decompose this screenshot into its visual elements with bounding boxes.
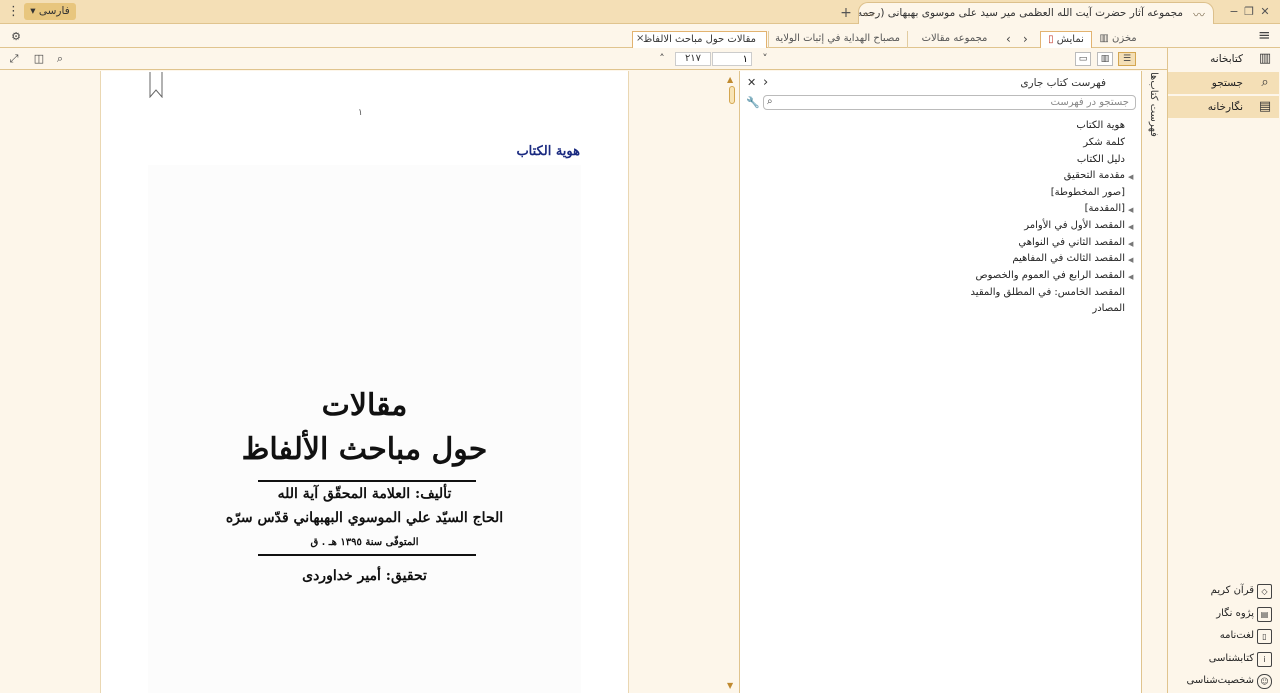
restore-button[interactable]: ❐ (1241, 4, 1257, 20)
tab-store[interactable]: مخزن ▥ (1096, 31, 1140, 48)
settings-icon[interactable]: ⚙ (9, 30, 23, 44)
toc-item[interactable]: هوية الكتاب (900, 120, 1125, 131)
toc-item[interactable]: المصادر (900, 303, 1125, 314)
single-page-view-icon[interactable]: ▭ (1075, 52, 1091, 66)
file-icon: ▯ (1048, 34, 1054, 45)
bookmark-icon[interactable] (149, 72, 163, 98)
tab-label: مصباح الهدایة في إثبات الولایة (775, 33, 900, 44)
nav-item-notes[interactable]: پژوه نگار (1168, 608, 1254, 619)
expand-arrow-icon[interactable]: ◀ (1128, 173, 1133, 181)
cover-editor: تحقيق: أمير خداوردى (302, 568, 427, 584)
book-view-icon[interactable]: ▥ (1097, 52, 1113, 66)
nav-item-bibliography[interactable]: کتابشناسی (1168, 653, 1254, 664)
toc-item[interactable]: المقصد الثالث في المفاهيم (900, 253, 1125, 264)
tab-maqalat[interactable]: مقالات حول مباحث الالفاظ (632, 31, 767, 48)
toc-item[interactable]: المقصد الأول في الأوامر (900, 220, 1125, 231)
page-down-icon[interactable]: ˅ (758, 52, 772, 66)
close-button[interactable]: ✕ (1257, 4, 1273, 20)
cover-author-line2: الحاج السيّد علي الموسوي البهبهاني قدّس … (225, 510, 504, 526)
expand-arrow-icon[interactable]: ◀ (1128, 223, 1133, 231)
toc-title: فهرست کتاب جاری (1020, 77, 1106, 89)
hamburger-menu-icon[interactable]: ≡ (1258, 28, 1272, 43)
toc-item[interactable]: المقصد الخامس: في المطلق والمقيد (900, 287, 1125, 298)
search-icon: ⌕ (1261, 75, 1269, 90)
cover-title-line1: مقالات (321, 388, 408, 423)
library-icon: ▥ (1258, 51, 1272, 66)
tab-wave-icon: 〰 (863, 8, 876, 22)
tab-wave-icon: 〰 (1192, 8, 1205, 22)
tab-misbah[interactable]: مصباح الهدایة في إثبات الولایة (768, 31, 906, 48)
page-number-input[interactable] (712, 52, 752, 66)
nav-item-dictionary[interactable]: لغت‌نامه (1168, 630, 1254, 641)
chevron-right-icon[interactable]: › (1023, 32, 1028, 46)
toc-item[interactable]: [صور المخطوطة] (900, 187, 1125, 198)
tab-store-label: مخزن (1111, 33, 1137, 44)
quran-icon: ◇ (1257, 584, 1272, 599)
scroll-down-icon[interactable]: ▼ (727, 681, 733, 690)
search-icon: ⌕ (767, 96, 773, 107)
dual-page-icon[interactable]: ◫ (32, 52, 46, 66)
person-icon: ☺ (1257, 674, 1272, 689)
tab-majmooe[interactable]: مجموعه مقالات (907, 31, 1001, 48)
tab-label: مقالات حول مباحث الالفاظ (642, 34, 757, 45)
page-number-label: ۱ (358, 108, 363, 118)
book-list-tab[interactable]: فهرست کتاب‌ها (1148, 72, 1159, 137)
more-menu-icon[interactable]: ⋮ (7, 3, 20, 20)
close-icon[interactable]: ✕ (747, 76, 756, 89)
cover-title-line2: حول مباحث الألفاظ (241, 432, 488, 467)
toc-item[interactable]: كلمة شكر (900, 137, 1125, 148)
bibliography-icon: i (1257, 652, 1272, 667)
scroll-up-icon[interactable]: ▲ (727, 75, 733, 84)
expand-arrow-icon[interactable]: ◀ (1128, 273, 1133, 281)
expand-arrow-icon[interactable]: ◀ (1128, 256, 1133, 264)
toc-item[interactable]: [المقدمة] (900, 203, 1125, 214)
window-title: مجموعه آثار حضرت آیت الله العظمی میر سید… (858, 7, 1183, 19)
toc-item[interactable]: المقصد الثاني في النواهي (900, 237, 1125, 248)
toc-item[interactable]: المقصد الرابع في العموم والخصوص (900, 270, 1125, 281)
language-label: فارسی (38, 5, 70, 17)
text-view-icon[interactable]: ☰ (1118, 52, 1136, 66)
expand-arrow-icon[interactable]: ◀ (1128, 240, 1133, 248)
wrench-icon[interactable]: 🔧 (746, 96, 760, 109)
document-heading: هوية الكتاب (516, 144, 580, 159)
fullscreen-icon[interactable]: ⤢ (7, 52, 21, 66)
window-title-tab: 〰 مجموعه آثار حضرت آیت الله العظمی میر س… (858, 2, 1214, 24)
language-select[interactable]: ▾ فارسی (24, 3, 76, 20)
tab-label: مجموعه مقالات (921, 33, 988, 44)
page-total: ۲۱۷ (675, 52, 711, 66)
page-up-icon[interactable]: ˄ (655, 52, 669, 66)
cover-author-line1: تأليف: العلامة المحقّق آية الله (277, 486, 452, 502)
chevron-right-icon[interactable]: › (763, 75, 768, 90)
books-icon: ▥ (1099, 33, 1109, 44)
expand-arrow-icon[interactable]: ◀ (1128, 206, 1133, 214)
chevron-left-icon[interactable]: ‹ (1006, 32, 1011, 46)
book-list-strip (1143, 71, 1167, 693)
gallery-icon: ▤ (1258, 99, 1272, 114)
minimize-button[interactable]: − (1226, 4, 1242, 20)
new-tab-button[interactable]: + (839, 6, 853, 20)
nav-item-persons[interactable]: شخصیت‌شناسی (1168, 675, 1255, 686)
cover-died: المتوفّى سنة ١٣٩٥ هـ . ق (310, 537, 419, 548)
cover-image (148, 165, 581, 693)
tab-view[interactable]: نمایش ▯ (1040, 31, 1092, 48)
tab-view-label: نمایش (1056, 34, 1084, 45)
dictionary-icon: ▯ (1257, 629, 1272, 644)
notes-icon: ▤ (1257, 607, 1272, 622)
toc-item[interactable]: مقدمة التحقيق (900, 170, 1125, 181)
cover-rule (258, 554, 476, 556)
cover-rule (258, 480, 476, 482)
toc-item[interactable]: دليل الكتاب (900, 154, 1125, 165)
nav-item-quran[interactable]: قرآن کریم (1168, 585, 1254, 596)
tab-close-icon[interactable]: × (636, 33, 644, 44)
toc-search-input[interactable] (763, 95, 1136, 110)
scrollbar-thumb[interactable] (729, 86, 735, 104)
find-icon[interactable]: ⌕ (53, 52, 67, 66)
